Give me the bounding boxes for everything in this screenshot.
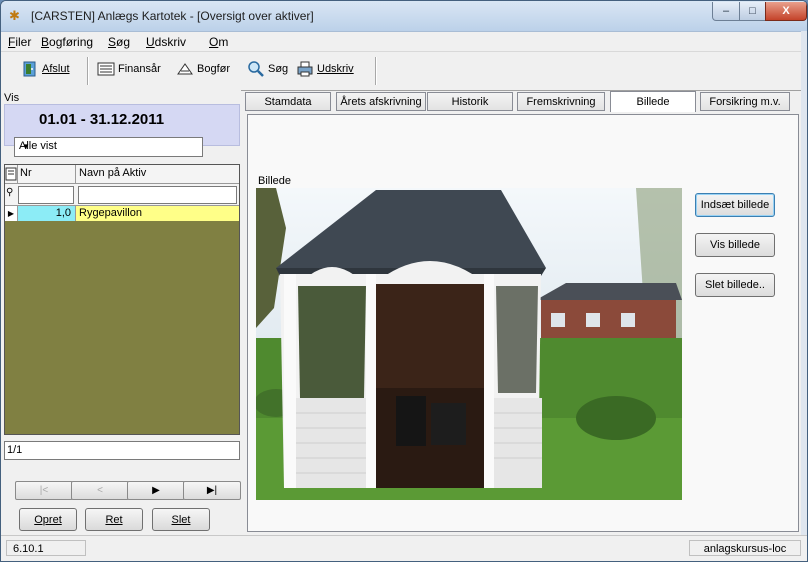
date-range: 01.01 - 31.12.2011 [39, 111, 165, 128]
menu-om[interactable]: Om [209, 35, 228, 49]
tab-forsikring[interactable]: Forsikring m.v. [700, 92, 790, 111]
maximize-button[interactable]: □ [739, 2, 766, 21]
afslut-button[interactable]: Afslut [21, 60, 70, 78]
cell-nr: 1,0 [18, 206, 76, 221]
row-pointer-icon: ▶ [5, 206, 18, 221]
cell-name: Rygepavillon [79, 207, 142, 219]
toolbar: Afslut Finansår Bogfør Søg Udskriv [1, 51, 807, 91]
calendar-list-icon [97, 60, 115, 78]
menu-bogforing-rest: ogføring [49, 35, 94, 49]
next-record-button[interactable]: ▶ [127, 481, 185, 500]
finansaar-button[interactable]: Finansår [97, 60, 161, 78]
left-panel: Vis 01.01 - 31.12.2011 Alle vist ▼ Nr Na… [1, 89, 241, 534]
asset-grid: Nr Navn på Aktiv ⚲ ▶ 1,0 Rygepavillon [4, 164, 240, 435]
printer-icon [296, 60, 314, 78]
opret-button[interactable]: Opret [19, 508, 77, 531]
filter-select[interactable]: Alle vist ▼ [14, 137, 203, 157]
bogfor-button[interactable]: Bogfør [176, 60, 230, 78]
tab-billede[interactable]: Billede [610, 91, 696, 112]
record-counter-text: 1/1 [7, 444, 23, 456]
exit-door-icon [21, 60, 39, 78]
table-row[interactable]: ▶ 1,0 Rygepavillon [5, 206, 239, 221]
ret-label: Ret [105, 513, 123, 526]
last-icon: ▶| [206, 485, 218, 496]
chevron-down-icon: ▼ [22, 141, 30, 151]
billede-panel: Billede Indsæt billede Vis billede Slet … [247, 114, 799, 532]
billede-label: Billede [258, 175, 292, 187]
delete-image-button[interactable]: Slet billede.. [695, 273, 775, 297]
menu-udskriv-rest: dskriv [154, 35, 187, 49]
first-icon: |< [39, 485, 49, 496]
maximize-icon: □ [749, 5, 756, 17]
first-record-button[interactable]: |< [15, 481, 73, 500]
tab-fremskrivning[interactable]: Fremskrivning [517, 92, 605, 111]
toolbar-separator [87, 57, 89, 85]
last-record-button[interactable]: ▶| [183, 481, 241, 500]
slet-button[interactable]: Slet [152, 508, 210, 531]
window-edge [801, 31, 807, 535]
ret-button[interactable]: Ret [85, 508, 143, 531]
finansaar-label: Finansår [118, 63, 161, 75]
record-counter: 1/1 [4, 441, 240, 460]
grid-header: Nr Navn på Aktiv [5, 165, 239, 184]
column-header-navn[interactable]: Navn på Aktiv [77, 165, 239, 183]
sog-label: Søg [268, 63, 289, 75]
opret-label: Opret [34, 513, 62, 526]
nr-filter-input[interactable] [18, 186, 74, 204]
menu-filer[interactable]: Filer [8, 35, 31, 49]
tab-bar: Stamdata Årets afskrivning Historik Frem… [245, 91, 801, 112]
window-title: [CARSTEN] Anlægs Kartotek - [Oversigt ov… [31, 9, 314, 23]
afslut-label: Afslut [42, 63, 70, 75]
close-button[interactable]: X [765, 2, 807, 21]
vis-label: Vis [4, 92, 20, 104]
udskriv-button[interactable]: Udskriv [296, 60, 354, 78]
menu-bogforing[interactable]: Bogføring [41, 35, 93, 49]
menu-udskriv[interactable]: Udskriv [146, 35, 186, 49]
prev-icon: < [97, 485, 103, 496]
menu-bar: Filer Bogføring Søg Udskriv Om [1, 32, 807, 51]
grid-options-icon[interactable] [5, 165, 18, 183]
tab-stamdata[interactable]: Stamdata [245, 92, 331, 111]
menu-om-rest: m [218, 35, 229, 49]
name-filter-input[interactable] [78, 186, 237, 204]
grid-filter-row: ⚲ [5, 184, 239, 206]
ledger-icon [176, 60, 194, 78]
view-image-button[interactable]: Vis billede [695, 233, 775, 257]
asset-photo [256, 188, 682, 500]
prev-record-button[interactable]: < [71, 481, 129, 500]
host-label: anlagskursus-loc [689, 540, 801, 556]
title-bar[interactable]: ✱ [CARSTEN] Anlægs Kartotek - [Oversigt … [1, 1, 807, 32]
status-bar: 6.10.1 anlagskursus-loc [1, 535, 807, 561]
bogfor-label: Bogfør [197, 63, 231, 75]
toolbar-separator [375, 57, 377, 85]
binoculars-icon: ⚲ [6, 187, 14, 198]
close-icon: X [782, 5, 790, 17]
tab-historik[interactable]: Historik [427, 92, 513, 111]
minimize-button[interactable]: – [712, 2, 740, 21]
sog-button[interactable]: Søg [247, 60, 288, 78]
menu-filer-rest: iler [15, 35, 32, 49]
minimize-icon: – [722, 5, 730, 17]
next-icon: ▶ [152, 485, 160, 496]
menu-sog-rest: øg [116, 35, 131, 49]
menu-sog[interactable]: Søg [108, 35, 130, 49]
tab-aarets-afskrivning[interactable]: Årets afskrivning [336, 92, 426, 111]
column-header-nr[interactable]: Nr [18, 165, 76, 183]
insert-image-button[interactable]: Indsæt billede [695, 193, 775, 217]
version-label: 6.10.1 [6, 540, 86, 556]
udskriv-label: Udskriv [317, 63, 354, 75]
app-icon: ✱ [9, 8, 20, 23]
main-window: ✱ [CARSTEN] Anlægs Kartotek - [Oversigt … [0, 0, 808, 562]
magnifier-icon [247, 60, 265, 78]
slet-label: Slet [171, 513, 191, 526]
